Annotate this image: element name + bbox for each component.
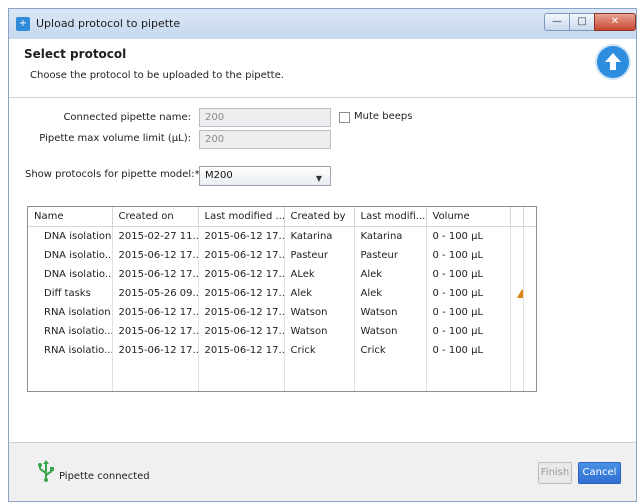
mute-beeps-label: Mute beeps — [354, 111, 413, 122]
column-header-last-modified[interactable]: Last modified ... — [198, 207, 285, 227]
cell-created-by: Alek — [284, 284, 355, 303]
cell-status — [510, 265, 524, 284]
cell-created-on: 2015-06-12 17... — [112, 265, 199, 284]
cell-status — [510, 341, 524, 360]
column-header-volume[interactable]: Volume — [426, 207, 511, 227]
cancel-button[interactable]: Cancel — [578, 462, 621, 484]
cell-last-modified-by: Alek — [354, 284, 427, 303]
dialog-header: Select protocol Choose the protocol to b… — [9, 39, 636, 98]
column-header-status — [510, 207, 524, 227]
warning-icon — [516, 288, 522, 298]
cell-name: DNA isolation — [28, 226, 113, 246]
column-header-spacer — [523, 207, 536, 227]
mute-beeps-checkbox[interactable] — [339, 112, 350, 123]
pipette-name-field: 200 — [199, 108, 331, 127]
cell-created-on: 2015-06-12 17... — [112, 303, 199, 322]
connection-status: Pipette connected — [59, 471, 150, 482]
dialog-body: Connected pipette name: 200 Mute beeps P… — [9, 98, 636, 442]
model-select[interactable]: M200 ▼ — [199, 166, 331, 186]
cell-last-modified-by: Katarina — [354, 226, 427, 246]
cell-status — [510, 246, 524, 265]
pipette-name-label: Connected pipette name: — [63, 112, 191, 123]
maximize-button[interactable]: □ — [569, 13, 595, 31]
upload-arrow-icon — [597, 46, 629, 78]
cell-volume: 0 - 100 µL — [426, 246, 511, 265]
cell-volume: 0 - 100 µL — [426, 341, 511, 360]
usb-icon — [38, 460, 54, 482]
table-row[interactable]: DNA isolation 2015-02-27 11... 2015-06-1… — [28, 226, 536, 246]
max-volume-label: Pipette max volume limit (µL): — [39, 133, 191, 144]
minimize-button[interactable]: — — [544, 13, 570, 31]
dialog-footer: Pipette connected Finish Cancel — [9, 442, 636, 501]
cell-last-modified-by: Watson — [354, 303, 427, 322]
column-header-last-modified-by[interactable]: Last modifi... — [354, 207, 427, 227]
table-row[interactable]: RNA isolation 2015-06-12 17... 2015-06-1… — [28, 303, 536, 322]
cell-created-on: 2015-02-27 11... — [112, 226, 199, 246]
table-row[interactable]: Diff tasks 2015-05-26 09... 2015-06-12 1… — [28, 284, 536, 303]
column-header-created-by[interactable]: Created by — [284, 207, 355, 227]
cell-name: DNA isolatio... — [28, 246, 113, 265]
cell-status — [510, 226, 524, 246]
close-button[interactable]: ✕ — [594, 13, 636, 31]
page-title: Select protocol — [24, 47, 127, 61]
cell-created-on: 2015-05-26 09... — [112, 284, 199, 303]
chevron-down-icon: ▼ — [315, 174, 322, 183]
cell-last-modified: 2015-06-12 17... — [198, 265, 285, 284]
column-header-name[interactable]: Name — [28, 207, 113, 227]
table-row[interactable]: RNA isolatio... 2015-06-12 17... 2015-06… — [28, 341, 536, 360]
table-row[interactable]: DNA isolatio... 2015-06-12 17... 2015-06… — [28, 265, 536, 284]
empty-row — [28, 360, 536, 379]
window-title: Upload protocol to pipette — [36, 17, 181, 30]
cell-last-modified: 2015-06-12 17... — [198, 284, 285, 303]
cell-last-modified-by: Watson — [354, 322, 427, 341]
finish-button[interactable]: Finish — [538, 462, 572, 484]
cell-name: Diff tasks — [28, 284, 113, 303]
cell-last-modified: 2015-06-12 17... — [198, 341, 285, 360]
cell-created-on: 2015-06-12 17... — [112, 246, 199, 265]
cell-created-by: Crick — [284, 341, 355, 360]
cell-last-modified: 2015-06-12 17... — [198, 322, 285, 341]
cell-volume: 0 - 100 µL — [426, 303, 511, 322]
column-header-created-on[interactable]: Created on — [112, 207, 199, 227]
cell-last-modified-by: Pasteur — [354, 246, 427, 265]
cell-created-on: 2015-06-12 17... — [112, 322, 199, 341]
cell-last-modified-by: Alek — [354, 265, 427, 284]
cell-created-by: Katarina — [284, 226, 355, 246]
cell-volume: 0 - 100 µL — [426, 322, 511, 341]
cell-volume: 0 - 100 µL — [426, 226, 511, 246]
cell-volume: 0 - 100 µL — [426, 265, 511, 284]
app-icon: + — [16, 17, 30, 31]
title-bar[interactable]: + Upload protocol to pipette — □ ✕ — [9, 9, 636, 40]
table-header-row: Name Created on Last modified ... Create… — [28, 207, 536, 227]
max-volume-field: 200 — [199, 130, 331, 149]
page-subtitle: Choose the protocol to be uploaded to th… — [30, 70, 284, 81]
cell-name: RNA isolation — [28, 303, 113, 322]
cell-status — [510, 303, 524, 322]
model-select-value: M200 — [205, 170, 233, 181]
model-label: Show protocols for pipette model:* — [25, 169, 200, 180]
cell-name: DNA isolatio... — [28, 265, 113, 284]
cell-last-modified: 2015-06-12 17... — [198, 246, 285, 265]
cell-name: RNA isolatio... — [28, 322, 113, 341]
cell-last-modified: 2015-06-12 17... — [198, 226, 285, 246]
cell-volume: 0 - 100 µL — [426, 284, 511, 303]
cell-created-by: Watson — [284, 322, 355, 341]
cell-last-modified-by: Crick — [354, 341, 427, 360]
table-row[interactable]: DNA isolatio... 2015-06-12 17... 2015-06… — [28, 246, 536, 265]
cell-created-on: 2015-06-12 17... — [112, 341, 199, 360]
cell-created-by: Pasteur — [284, 246, 355, 265]
cell-status — [510, 284, 524, 303]
cell-created-by: Watson — [284, 303, 355, 322]
dialog-window: + Upload protocol to pipette — □ ✕ Selec… — [8, 8, 637, 502]
cell-status — [510, 322, 524, 341]
cell-name: RNA isolatio... — [28, 341, 113, 360]
empty-row — [28, 379, 536, 391]
cell-created-by: ALek — [284, 265, 355, 284]
table-row[interactable]: RNA isolatio... 2015-06-12 17... 2015-06… — [28, 322, 536, 341]
protocol-table[interactable]: Name Created on Last modified ... Create… — [27, 206, 537, 392]
cell-last-modified: 2015-06-12 17... — [198, 303, 285, 322]
